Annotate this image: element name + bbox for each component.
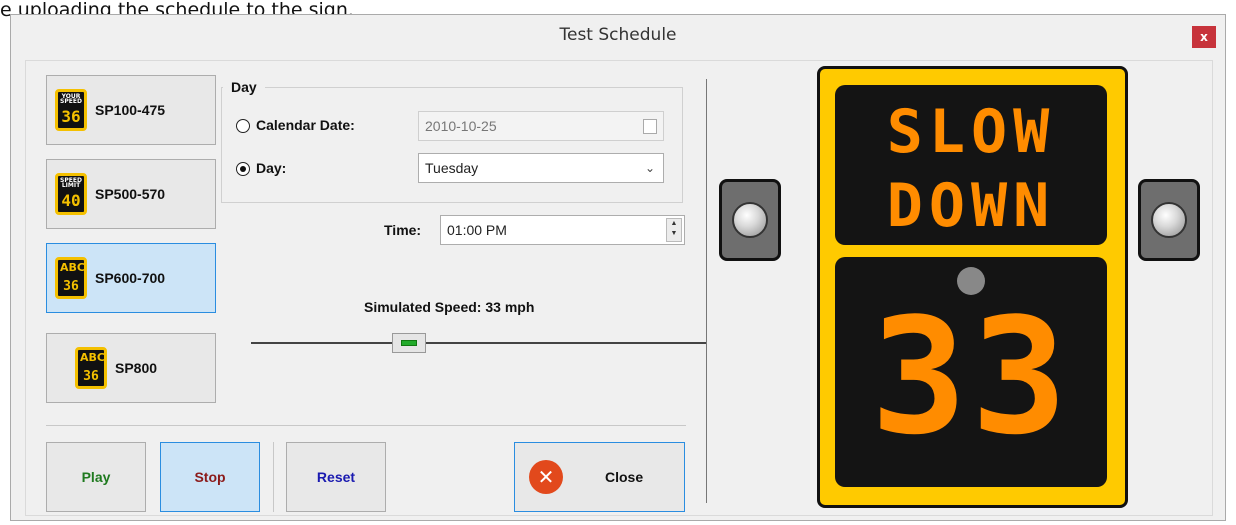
- close-button-label: Close: [605, 469, 644, 485]
- model-button-sp800[interactable]: ABC 36 SP800: [46, 333, 216, 403]
- calendar-date-label: Calendar Date:: [256, 117, 355, 133]
- window-close-button[interactable]: x: [1192, 26, 1216, 48]
- right-flasher-light: [1138, 179, 1200, 261]
- bulb-icon: [732, 202, 768, 238]
- sign-message-line1: SLOW: [886, 97, 1056, 167]
- vertical-divider: [706, 79, 707, 503]
- reset-button[interactable]: Reset: [286, 442, 386, 512]
- test-schedule-window: Test Schedule x YOUR SPEED 36 SP100-475 …: [10, 14, 1226, 521]
- play-button[interactable]: Play: [46, 442, 146, 512]
- dialog-content: YOUR SPEED 36 SP100-475 SPEED LIMIT 40 S…: [25, 60, 1213, 516]
- sign-message-panel: SLOW DOWN: [835, 85, 1107, 245]
- calendar-date-radio[interactable]: [236, 119, 250, 133]
- bulb-icon: [1151, 202, 1187, 238]
- divider: [273, 442, 274, 512]
- time-label: Time:: [384, 222, 422, 238]
- model-label: SP600-700: [95, 270, 166, 286]
- stop-button[interactable]: Stop: [160, 442, 260, 512]
- day-label: Day:: [256, 160, 287, 176]
- your-speed-sign-icon: YOUR SPEED 36: [55, 89, 87, 131]
- close-button[interactable]: ✕ Close: [514, 442, 685, 512]
- speed-slider-track[interactable]: [251, 342, 706, 344]
- calendar-icon[interactable]: [643, 119, 657, 134]
- time-field[interactable]: 01:00 PM ▲ ▼: [440, 215, 685, 245]
- model-button-sp100-475[interactable]: YOUR SPEED 36 SP100-475: [46, 75, 216, 145]
- divider: [46, 425, 686, 426]
- day-group-legend: Day: [223, 79, 265, 95]
- sign-speed-display: 33: [870, 283, 1072, 470]
- speed-limit-sign-icon: SPEED LIMIT 40: [55, 173, 87, 215]
- model-button-sp600-700[interactable]: ABC 36 SP600-700: [46, 243, 216, 313]
- title-bar: Test Schedule x: [11, 15, 1225, 59]
- model-label: SP800: [115, 360, 158, 376]
- calendar-date-field[interactable]: 2010-10-25: [418, 111, 664, 141]
- sign-preview: SLOW DOWN 33: [817, 66, 1128, 508]
- simulated-speed-label: Simulated Speed: 33 mph: [364, 299, 535, 315]
- slider-thumb-grip: [401, 340, 417, 346]
- chevron-down-icon: ⌄: [644, 161, 655, 175]
- day-radio[interactable]: [236, 162, 250, 176]
- speed-slider-thumb[interactable]: [392, 333, 426, 353]
- left-flasher-light: [719, 179, 781, 261]
- model-label: SP100-475: [95, 102, 166, 118]
- radar-sensor-icon: [957, 267, 985, 295]
- time-spinner-icon[interactable]: ▲ ▼: [666, 218, 682, 242]
- close-icon: ✕: [529, 460, 563, 494]
- model-button-sp500-570[interactable]: SPEED LIMIT 40 SP500-570: [46, 159, 216, 229]
- model-label: SP500-570: [95, 186, 166, 202]
- day-groupbox: [221, 87, 683, 203]
- window-title: Test Schedule: [559, 25, 677, 45]
- abc-sign-icon: ABC 36: [55, 257, 87, 299]
- sign-message-line2: DOWN: [886, 171, 1056, 241]
- day-select[interactable]: Tuesday ⌄: [418, 153, 664, 183]
- abc-sign-icon: ABC 36: [75, 347, 107, 389]
